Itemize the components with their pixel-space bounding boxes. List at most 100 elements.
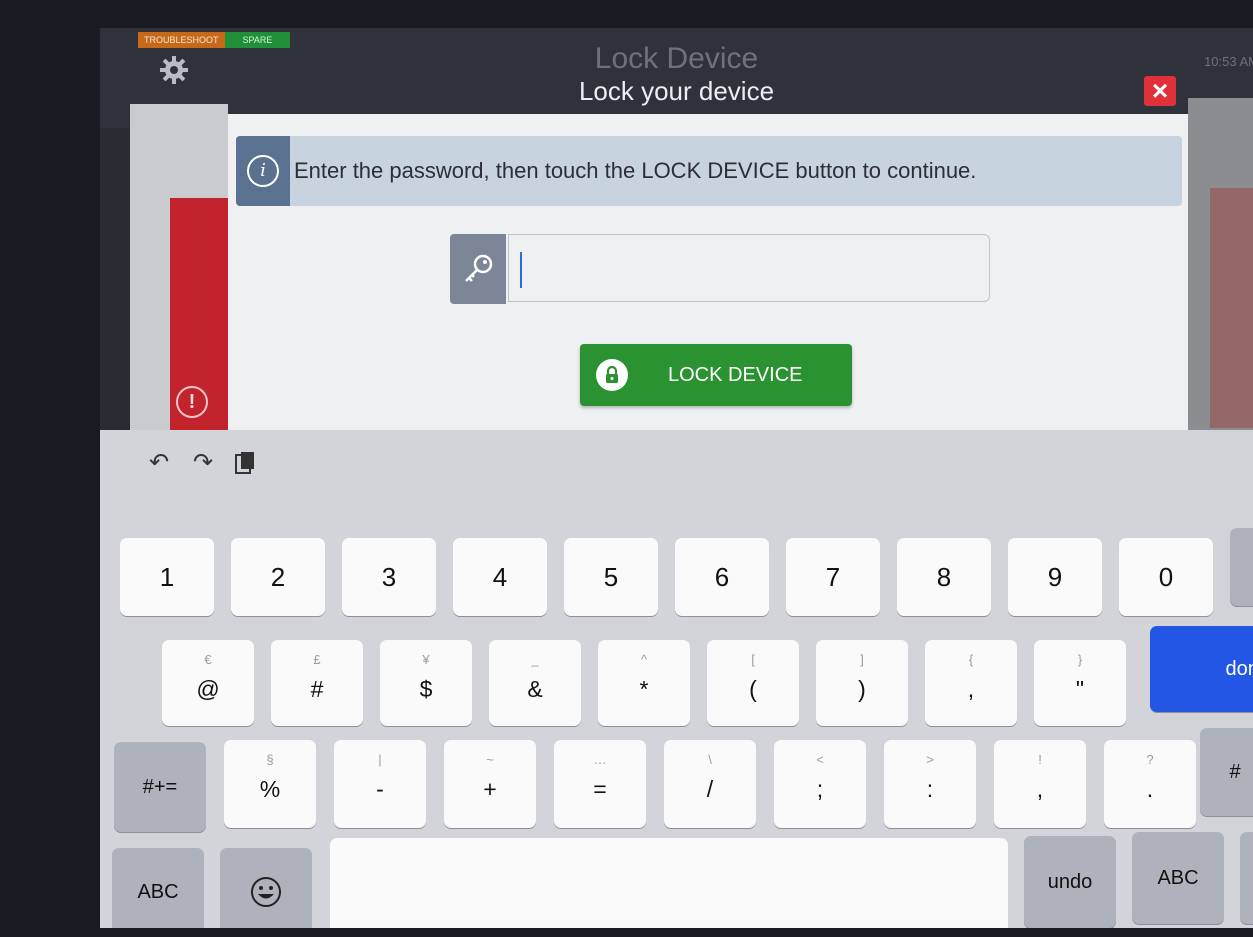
done-key[interactable]: done [1150,626,1253,712]
alt-symbol: £ [313,652,321,667]
key-symbol[interactable]: £ # [271,640,363,726]
lock-device-label: LOCK DEVICE [668,363,803,386]
abc-key-right[interactable]: ABC [1132,832,1224,924]
alt-symbol: _ [531,652,539,667]
emoji-key[interactable] [220,848,312,928]
key-symbol[interactable]: ¥ $ [380,640,472,726]
key-9[interactable]: 9 [1008,538,1102,616]
main-symbol: = [593,776,607,802]
key-symbol[interactable]: !, [994,740,1086,828]
alt-symbol: ¥ [422,652,430,667]
smiley-face-icon [251,877,281,907]
alt-symbol: { [968,652,974,667]
main-symbol: @ [196,676,220,702]
key-symbol[interactable]: € @ [162,640,254,726]
password-field-group [450,234,990,304]
exclamation-icon: ! [176,386,208,418]
symbols-toggle-key-right[interactable]: # [1200,728,1253,816]
background-panel-right-red [1210,188,1253,428]
undo-key[interactable]: undo [1024,836,1116,928]
lock-dialog: i Enter the password, then touch the LOC… [228,114,1188,434]
redo-arrow-icon[interactable]: ↷ [190,448,216,477]
key-8[interactable]: 8 [897,538,991,616]
key-symbol[interactable]: … = [554,740,646,828]
alt-symbol: ] [860,652,864,667]
alt-symbol: \ [708,752,712,767]
main-symbol: + [483,776,497,802]
main-symbol: & [527,676,543,702]
undo-arrow-icon[interactable]: ↶ [146,448,172,477]
main-symbol: , [967,676,975,702]
key-3[interactable]: 3 [342,538,436,616]
alt-symbol: … [593,752,607,767]
dialog-title: Lock your device [578,76,775,106]
main-symbol: , [1036,776,1044,802]
main-symbol: - [376,776,384,802]
key-symbol[interactable]: | - [334,740,426,828]
alt-symbol: } [1077,652,1083,667]
key-symbol[interactable]: {, [925,640,1017,726]
main-symbol: % [259,776,281,802]
edge-key[interactable] [1240,832,1253,924]
on-screen-keyboard: ↶ ↷ 1234567890€@£#¥$_&^*[(]){,}"done#+=§… [100,430,1253,928]
info-icon-container: i [236,136,290,206]
clock: 10:53 AM [1204,54,1253,69]
key-symbol[interactable]: ~ + [444,740,536,828]
padlock-icon [596,359,628,391]
main-symbol: # [310,676,324,702]
key-1[interactable]: 1 [120,538,214,616]
key-2[interactable]: 2 [231,538,325,616]
key-symbol[interactable]: [( [707,640,799,726]
info-banner: i Enter the password, then touch the LOC… [236,136,1182,206]
clipboard-icon[interactable] [234,450,256,476]
alt-symbol: ! [1038,752,1042,767]
alt-symbol: § [266,752,274,767]
main-symbol: ) [858,676,866,702]
key-7[interactable]: 7 [786,538,880,616]
alt-symbol: | [378,752,382,767]
main-symbol: ; [816,776,824,802]
alt-symbol: ~ [486,752,494,767]
main-symbol: / [706,776,714,802]
alt-symbol: ? [1146,752,1154,767]
symbols-toggle-key[interactable]: #+= [114,742,206,832]
main-symbol: . [1146,776,1154,802]
password-input[interactable] [508,234,990,302]
abc-key[interactable]: ABC [112,848,204,928]
lock-device-button[interactable]: LOCK DEVICE [580,344,852,406]
key-symbol[interactable]: _ & [489,640,581,726]
close-button[interactable]: × [1144,76,1176,106]
app-header: TROUBLESHOOT SPARE Lock Device 10:53 AM … [100,28,1253,128]
key-4[interactable]: 4 [453,538,547,616]
alt-symbol: > [926,752,934,767]
backspace-key[interactable] [1230,528,1253,606]
background-page-title: Lock Device [594,42,759,75]
key-icon-container [450,234,506,304]
alt-symbol: ^ [640,652,648,667]
main-symbol: " [1075,676,1085,702]
key-0[interactable]: 0 [1119,538,1213,616]
key-symbol[interactable]: \ / [664,740,756,828]
key-symbol[interactable]: <; [774,740,866,828]
alt-symbol: < [816,752,824,767]
key-symbol[interactable]: ?. [1104,740,1196,828]
main-symbol: $ [419,676,433,702]
alt-symbol: [ [751,652,755,667]
info-text: Enter the password, then touch the LOCK … [294,158,977,183]
text-cursor [520,252,522,288]
alt-symbol: € [204,652,212,667]
key-symbol[interactable]: §% [224,740,316,828]
key-symbol[interactable]: >: [884,740,976,828]
key-symbol[interactable]: ]) [816,640,908,726]
key-icon [465,254,493,282]
key-5[interactable]: 5 [564,538,658,616]
key-symbol[interactable]: ^ * [598,640,690,726]
main-symbol: ( [749,676,757,702]
key-6[interactable]: 6 [675,538,769,616]
main-symbol: * [639,676,649,702]
tablet-screen: TROUBLESHOOT SPARE Lock Device 10:53 AM … [100,28,1253,928]
keyboard-toolbar: ↶ ↷ [146,448,256,477]
space-bar[interactable] [330,838,1008,928]
info-icon: i [247,155,279,187]
key-symbol[interactable]: } " [1034,640,1126,726]
